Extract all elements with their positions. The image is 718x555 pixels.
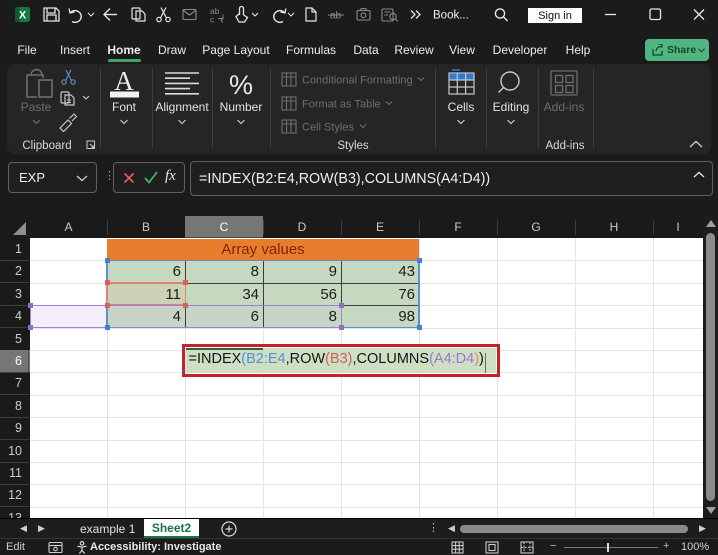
svg-text:Paste: Paste (21, 100, 52, 114)
svg-text:Sign in: Sign in (538, 10, 572, 22)
svg-text:ab: ab (330, 11, 342, 22)
svg-text:Alignment: Alignment (155, 100, 209, 114)
svg-text:Clipboard: Clipboard (22, 140, 71, 152)
svg-text:Number: Number (220, 100, 263, 114)
svg-text:Add-ins: Add-ins (546, 140, 585, 152)
svg-text:Format as Table: Format as Table (302, 99, 381, 111)
svg-text:Editing: Editing (493, 100, 530, 114)
svg-text:c: c (210, 15, 215, 25)
svg-text:Cell Styles: Cell Styles (302, 122, 354, 134)
svg-text:Cells: Cells (448, 100, 475, 114)
svg-text:Styles: Styles (337, 140, 369, 152)
svg-text:X: X (19, 10, 27, 22)
svg-text:Add-ins: Add-ins (544, 100, 585, 114)
svg-text:Conditional Formatting: Conditional Formatting (302, 75, 413, 87)
svg-text:%: % (229, 70, 253, 100)
svg-text:Book...: Book... (433, 10, 469, 22)
svg-text:Font: Font (112, 100, 137, 114)
